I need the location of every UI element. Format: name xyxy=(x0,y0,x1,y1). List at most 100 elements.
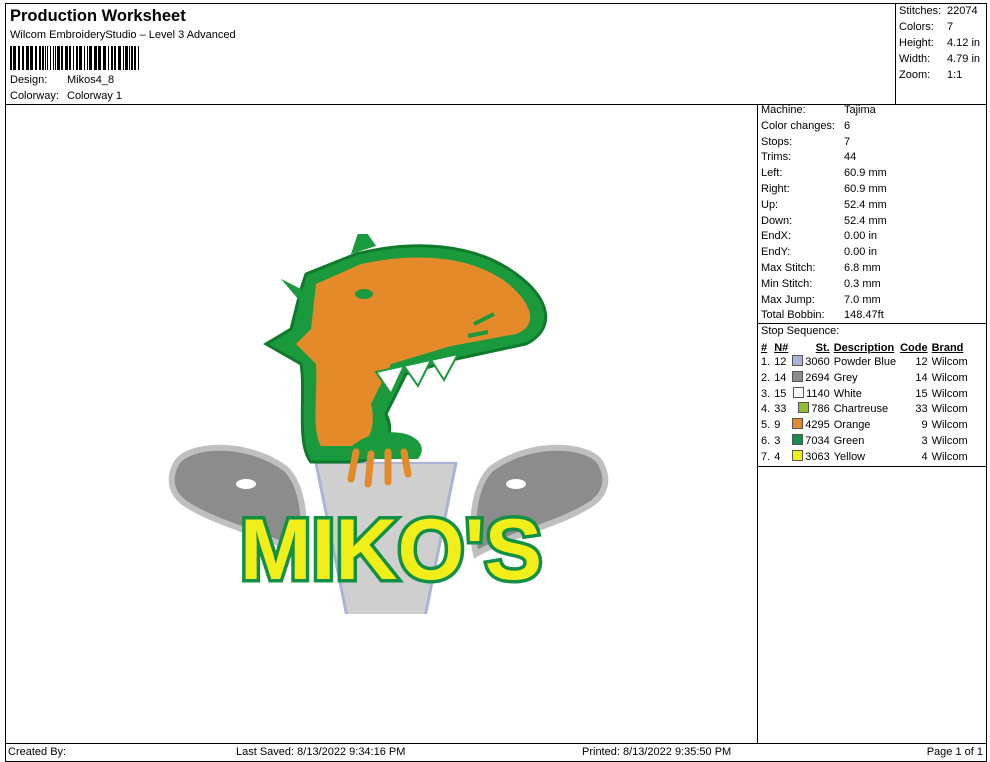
design-value: Mikos4_8 xyxy=(67,74,115,86)
detail-row: Max Jump: 7.0 mm xyxy=(761,293,881,309)
color-code: 4 xyxy=(921,450,928,463)
divider xyxy=(758,466,986,467)
stitch-count: 2694 xyxy=(790,370,831,387)
color-code: 3 xyxy=(921,434,928,447)
needle-number: 4 xyxy=(774,450,781,463)
needle-number: 12 xyxy=(774,356,787,368)
detail-value: 6 xyxy=(844,119,851,132)
created-by: Created By: xyxy=(8,746,67,758)
detail-row: Machine: Tajima xyxy=(761,103,876,119)
worksheet-header: Production Worksheet Wilcom EmbroiderySt… xyxy=(5,3,896,105)
thread-brand: Wilcom xyxy=(931,450,968,463)
detail-value: 6.8 mm xyxy=(844,262,881,274)
detail-label: Max Jump: xyxy=(761,293,815,306)
design-label: Design: xyxy=(10,74,48,86)
stitch-count: 7034 xyxy=(790,433,831,450)
detail-label: Up: xyxy=(761,198,779,211)
software-name: Wilcom EmbroideryStudio – Level 3 Advanc… xyxy=(10,29,236,41)
stop-sequence-title: Stop Sequence: xyxy=(761,325,840,337)
column-header: Brand xyxy=(931,341,964,354)
needle-number: 3 xyxy=(774,434,781,447)
colorway-row: Colorway: Colorway 1 xyxy=(10,90,122,102)
stop-number: 5. xyxy=(761,419,771,432)
stop-number: 2. xyxy=(761,371,771,384)
page-title: Production Worksheet xyxy=(10,7,186,25)
detail-value: 44 xyxy=(844,151,857,164)
detail-row: Stops: 7 xyxy=(761,135,850,151)
summary-row: Stitches: 22074 xyxy=(899,5,978,17)
thread-brand: Wilcom xyxy=(931,434,968,447)
color-swatch xyxy=(792,355,804,366)
detail-row: Trims: 44 xyxy=(761,150,856,166)
stitch-count: 786 xyxy=(790,402,831,418)
color-description: Green xyxy=(833,434,865,447)
table-row: 2. 14 2694 Grey 14 Wilcom xyxy=(759,370,970,387)
divider xyxy=(758,323,986,324)
column-header: N# xyxy=(774,341,789,354)
color-description: Orange xyxy=(833,419,871,432)
color-description: Grey xyxy=(833,371,858,384)
summary-row: Colors: 7 xyxy=(899,21,954,33)
printed-date: Printed: 8/13/2022 9:35:50 PM xyxy=(582,746,732,758)
stitch-count: 3063 xyxy=(790,449,831,466)
detail-value: 0.00 in xyxy=(844,230,878,243)
detail-row: Up: 52.4 mm xyxy=(761,198,887,214)
summary-row: Height: 4.12 in xyxy=(899,37,981,49)
column-header: # xyxy=(761,341,768,354)
needle-number: 15 xyxy=(774,387,787,400)
worksheet-footer: Created By: Last Saved: 8/13/2022 9:34:1… xyxy=(5,743,987,762)
detail-value: 60.9 mm xyxy=(844,167,887,180)
stop-number: 6. xyxy=(761,434,771,447)
thread-brand: Wilcom xyxy=(931,387,968,400)
color-description: Yellow xyxy=(833,450,866,463)
detail-label: Stops: xyxy=(761,135,793,148)
color-code: 14 xyxy=(915,371,928,384)
colorway-label: Colorway: xyxy=(10,90,59,102)
table-row: 1. 12 3060 Powder Blue 12 Wilcom xyxy=(759,355,970,371)
detail-row: Max Stitch: 6.8 mm xyxy=(761,261,881,277)
stitch-count: 1140 xyxy=(790,386,831,403)
table-row: 6. 3 7034 Green 3 Wilcom xyxy=(759,433,970,450)
detail-label: Down: xyxy=(761,214,793,227)
detail-value: 0.00 in xyxy=(844,246,878,259)
stitch-count: 4295 xyxy=(790,418,831,434)
detail-label: Machine: xyxy=(761,104,806,116)
detail-value: 7 xyxy=(844,135,851,148)
detail-value: 0.3 mm xyxy=(844,277,881,290)
stop-number: 1. xyxy=(761,356,771,368)
color-description: Powder Blue xyxy=(833,356,897,368)
design-canvas: MIKO'S xyxy=(5,104,758,744)
barcode-icon xyxy=(10,46,139,70)
detail-row: Right: 60.9 mm xyxy=(761,182,887,198)
design-row: Design: Mikos4_8 xyxy=(10,74,114,86)
detail-value: 52.4 mm xyxy=(844,214,887,227)
detail-label: Color changes: xyxy=(761,119,835,132)
table-row: 3. 15 1140 White 15 Wilcom xyxy=(759,386,970,403)
column-header: St. xyxy=(815,341,830,354)
detail-value: Tajima xyxy=(844,104,876,116)
color-swatch xyxy=(792,370,804,382)
page-number: Page 1 of 1 xyxy=(926,746,983,758)
detail-label: EndY: xyxy=(761,246,791,259)
color-swatch xyxy=(792,449,804,461)
detail-row: Left: 60.9 mm xyxy=(761,166,887,182)
detail-label: Total Bobbin: xyxy=(761,309,825,322)
detail-value: 52.4 mm xyxy=(844,198,887,211)
thread-brand: Wilcom xyxy=(931,419,968,432)
color-code: 9 xyxy=(921,419,928,432)
design-text: MIKO'S xyxy=(240,502,542,598)
detail-row: Min Stitch: 0.3 mm xyxy=(761,277,881,293)
last-saved: Last Saved: 8/13/2022 9:34:16 PM xyxy=(236,746,406,758)
thread-brand: Wilcom xyxy=(931,371,968,384)
detail-label: Min Stitch: xyxy=(761,277,813,290)
table-header-row: # N# St. Description Code Brand xyxy=(759,340,970,355)
table-row: 5. 9 4295 Orange 9 Wilcom xyxy=(759,418,970,434)
color-swatch xyxy=(792,418,804,430)
summary-row: Width: 4.79 in xyxy=(899,53,981,65)
thread-brand: Wilcom xyxy=(931,403,968,416)
detail-label: Max Stitch: xyxy=(761,262,816,274)
detail-row: EndY: 0.00 in xyxy=(761,245,877,261)
column-header: Code xyxy=(900,341,928,354)
detail-label: EndX: xyxy=(761,230,791,243)
detail-row: Color changes: 6 xyxy=(761,119,850,135)
